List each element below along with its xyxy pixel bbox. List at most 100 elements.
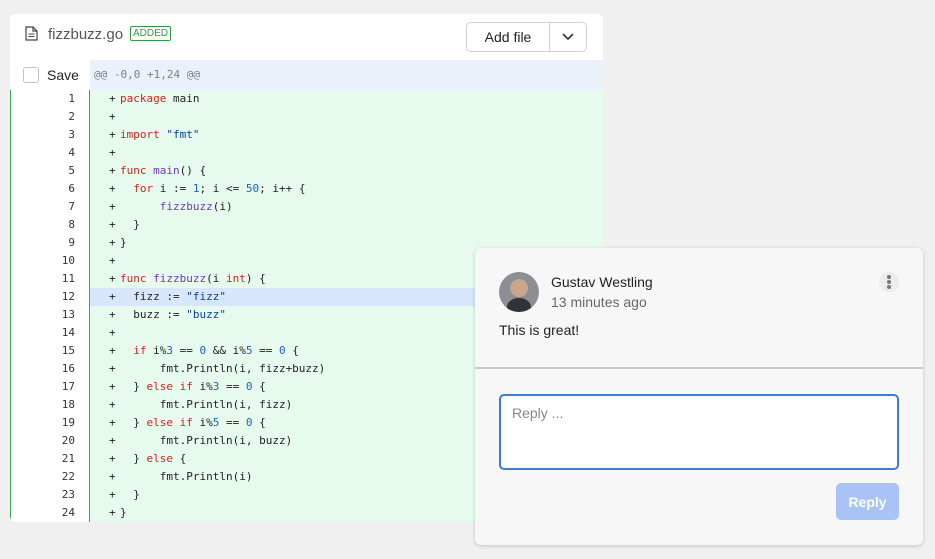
line-number-text: 21 — [61, 452, 75, 465]
code-text: } — [120, 506, 127, 519]
diff-added-marker: + — [109, 362, 116, 375]
comment-author: Gustav Westling — [551, 274, 653, 290]
diff-added-marker: + — [109, 218, 116, 231]
diff-added-marker: + — [109, 200, 116, 213]
diff-added-marker: + — [109, 326, 116, 339]
line-number: 24 — [11, 504, 91, 522]
diff-added-marker: + — [109, 470, 116, 483]
code-text: fmt.Println(i, buzz) — [120, 434, 293, 447]
line-number: 19 — [11, 414, 91, 432]
line-number-text: 6 — [68, 182, 75, 195]
code-line[interactable]: + } — [90, 216, 603, 234]
code-text: fizzbuzz(i) — [159, 200, 233, 213]
diff-added-marker: + — [109, 164, 116, 177]
chevron-down-icon — [562, 33, 574, 40]
line-number-text: 16 — [61, 362, 75, 375]
line-number-text: 24 — [61, 506, 75, 519]
comment-body: This is great! — [499, 322, 580, 338]
line-number: 7 — [11, 198, 91, 216]
code-text: if i%3 == 0 && i%5 == 0 { — [133, 344, 299, 357]
line-number-text: 17 — [61, 380, 75, 393]
line-number: 14 — [11, 324, 91, 342]
file-icon — [25, 26, 38, 41]
line-number-text: 10 — [61, 254, 75, 267]
line-number-text: 14 — [61, 326, 75, 339]
line-number-text: 1 — [68, 92, 75, 105]
line-number: 13 — [11, 306, 91, 324]
status-badge: ADDED — [130, 26, 172, 41]
line-number-text: 4 — [68, 146, 75, 159]
diff-added-marker: + — [109, 452, 116, 465]
line-number: 9 — [11, 234, 91, 252]
code-line[interactable]: + — [90, 108, 603, 126]
code-text: fizz := "fizz" — [120, 290, 226, 303]
code-line[interactable]: + fizzbuzz(i) — [90, 198, 603, 216]
diff-added-marker: + — [109, 506, 116, 519]
diff-added-marker: + — [109, 380, 116, 393]
line-number: 18 — [11, 396, 91, 414]
code-line[interactable]: + package main — [90, 90, 603, 108]
line-number-text: 13 — [61, 308, 75, 321]
line-number: 17 — [11, 378, 91, 396]
line-number-text: 2 — [68, 110, 75, 123]
line-number-text: 11 — [61, 272, 75, 285]
code-text: } else if i%5 == 0 { — [120, 416, 266, 429]
add-file-dropdown-button[interactable] — [550, 23, 586, 51]
code-text: package main — [120, 92, 200, 105]
code-text: } else if i%3 == 0 { — [120, 380, 266, 393]
line-number: 22 — [11, 468, 91, 486]
line-number: 16 — [11, 360, 91, 378]
save-label: Save — [47, 67, 79, 83]
diff-added-marker: + — [109, 488, 116, 501]
line-number: 23 — [11, 486, 91, 504]
line-number: 8 — [11, 216, 91, 234]
line-number-gutter: 1 2 3 4 5 6 7 8 9 10 11 12 13 14 15 16 17 18 19 20 21 22 23 24 — [10, 90, 90, 522]
line-number: 20 — [11, 432, 91, 450]
diff-added-marker: + — [109, 344, 116, 357]
code-text: import "fmt" — [120, 128, 200, 141]
line-number: 15 — [11, 342, 91, 360]
diff-added-marker: + — [109, 110, 116, 123]
more-options-icon[interactable] — [879, 272, 899, 292]
code-line[interactable]: + func main() { — [90, 162, 603, 180]
line-number-text: 3 — [68, 128, 75, 141]
file-header: fizzbuzz.go ADDED Add file — [10, 14, 603, 60]
line-number: 1 — [11, 90, 91, 108]
code-line[interactable]: + for i := 1; i <= 50; i++ { — [90, 180, 603, 198]
code-text: for i := 1; i <= 50; i++ { — [133, 182, 306, 195]
code-text: fmt.Println(i, fizz+buzz) — [120, 362, 326, 375]
code-text: func main() { — [120, 164, 207, 177]
diff-added-marker: + — [109, 434, 116, 447]
code-text: } — [120, 218, 140, 231]
line-number: 6 — [11, 180, 91, 198]
save-checkbox[interactable] — [23, 67, 39, 83]
line-number-text: 23 — [61, 488, 75, 501]
line-number: 3 — [11, 126, 91, 144]
hunk-header: @@ -0,0 +1,24 @@ — [90, 60, 603, 90]
diff-added-marker: + — [109, 128, 116, 141]
line-number-text: 9 — [68, 236, 75, 249]
diff-added-marker: + — [109, 182, 116, 195]
diff-added-marker: + — [109, 272, 116, 285]
line-number: 21 — [11, 450, 91, 468]
code-text: buzz := "buzz" — [120, 308, 226, 321]
avatar — [499, 272, 539, 312]
line-number: 11 — [11, 270, 91, 288]
add-file-button-group: Add file — [466, 22, 587, 52]
reply-input[interactable] — [499, 394, 899, 470]
divider — [475, 367, 923, 369]
code-text: func fizzbuzz(i int) { — [120, 272, 266, 285]
comment-time: 13 minutes ago — [551, 294, 647, 310]
code-line[interactable]: + — [90, 144, 603, 162]
code-line[interactable]: + import "fmt" — [90, 126, 603, 144]
diff-added-marker: + — [109, 308, 116, 321]
line-number-text: 20 — [61, 434, 75, 447]
line-number-text: 22 — [61, 470, 75, 483]
reply-button[interactable]: Reply — [836, 483, 899, 520]
add-file-button[interactable]: Add file — [467, 23, 550, 51]
save-row: Save — [10, 60, 90, 90]
line-number-text: 5 — [68, 164, 75, 177]
line-number: 12 — [11, 288, 91, 306]
line-number: 5 — [11, 162, 91, 180]
code-text: } else { — [120, 452, 187, 465]
